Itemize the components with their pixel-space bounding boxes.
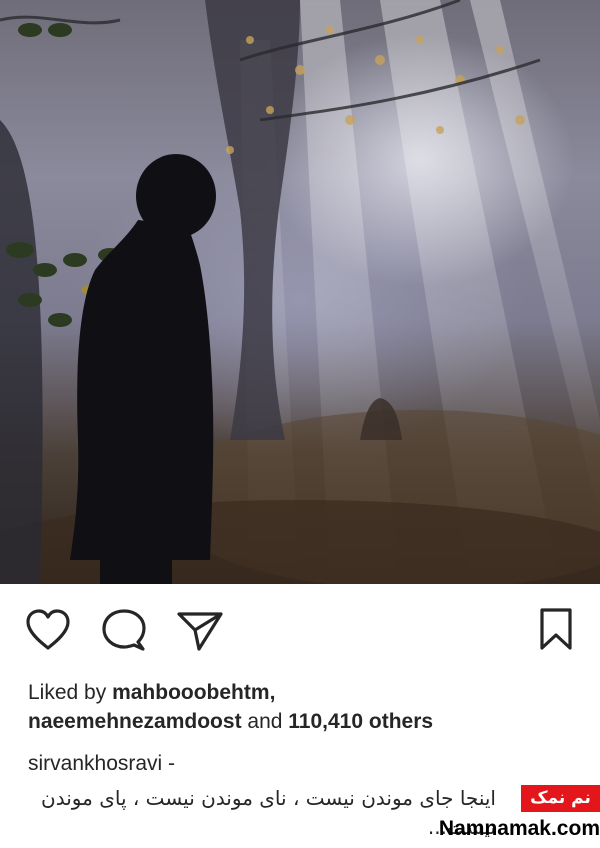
paper-plane-icon[interactable] — [176, 608, 224, 652]
likes-conjunction: and — [241, 710, 289, 733]
liker-username[interactable]: naeemehnezamdoost — [28, 710, 242, 733]
watermark-domain: Namnamak.com — [438, 817, 600, 840]
watermark-badge: نم نمک — [521, 785, 600, 812]
heart-icon[interactable] — [24, 608, 72, 652]
liker-username[interactable]: mahbooobehtm — [112, 681, 270, 704]
likes-others-count[interactable]: 110,410 others — [288, 710, 433, 733]
comment-icon[interactable] — [100, 608, 148, 652]
likes-separator: , — [269, 681, 276, 704]
bookmark-icon[interactable] — [536, 606, 576, 652]
likes-prefix: Liked by — [28, 681, 113, 704]
caption-dash: - — [162, 752, 176, 775]
likes-summary: Liked by mahbooobehtm, naeemehnezamdoost… — [28, 678, 588, 736]
person-silhouette — [70, 154, 216, 584]
post-photo[interactable] — [0, 0, 600, 584]
caption-header: sirvankhosravi - — [28, 750, 175, 778]
forest-scene — [0, 0, 600, 584]
caption-username[interactable]: sirvankhosravi — [28, 752, 162, 775]
post-action-bar — [0, 584, 600, 676]
